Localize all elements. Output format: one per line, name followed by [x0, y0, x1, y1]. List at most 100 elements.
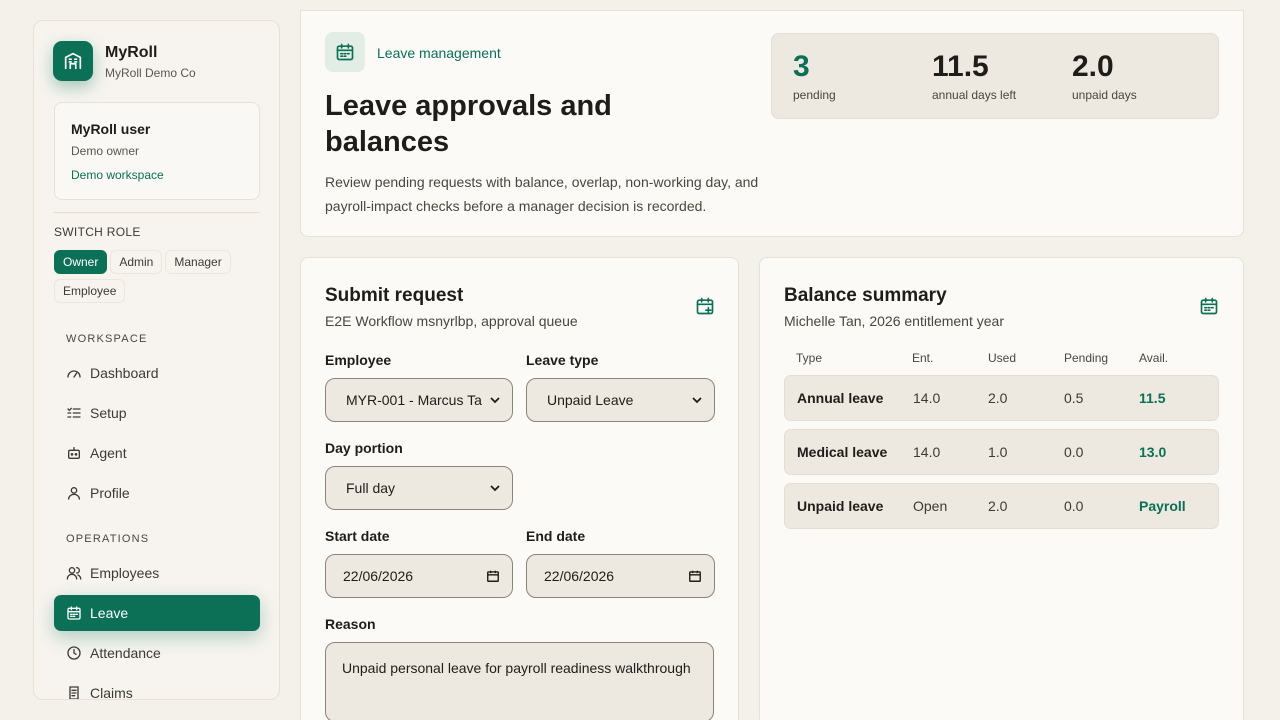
sidebar: MyRoll MyRoll Demo Co MyRoll user Demo o…: [33, 20, 280, 700]
nav-section-workspace: WORKSPACE: [66, 333, 148, 345]
table-row: Unpaid leave Open 2.0 0.0 Payroll: [784, 483, 1219, 529]
stat-value: 11.5: [932, 50, 989, 83]
employee-value: MYR-001 - Marcus Tan: [346, 392, 482, 408]
cell-avail: 13.0: [1139, 444, 1167, 460]
user-icon: [66, 485, 82, 501]
users-icon: [66, 565, 82, 581]
workspace-link[interactable]: Demo workspace: [71, 168, 243, 182]
page-title: Leave approvals and balances: [325, 90, 612, 158]
chevron-down-icon: [490, 485, 500, 492]
balance-summary-card: Balance summary Michelle Tan, 2026 entit…: [759, 257, 1244, 720]
brand: MyRoll MyRoll Demo Co: [53, 41, 196, 81]
nav-label: Setup: [90, 405, 127, 421]
end-date-value: 22/06/2026: [544, 568, 615, 584]
switch-role-title: SWITCH ROLE: [54, 225, 141, 239]
nav-label: Leave: [90, 605, 129, 621]
nav-label: Profile: [90, 485, 130, 501]
page-description: Review pending requests with balance, ov…: [325, 174, 759, 214]
column-header-type: Type: [796, 351, 823, 365]
day-portion-value: Full day: [346, 480, 396, 496]
cell-ent: 14.0: [913, 390, 941, 406]
nav-label: Agent: [90, 445, 127, 461]
stat-label: unpaid days: [1072, 88, 1137, 102]
role-chip-employee[interactable]: Employee: [54, 279, 126, 303]
card-subtitle: E2E Workflow msnyrlbp, approval queue: [325, 313, 578, 329]
calendar-icon: [66, 605, 82, 621]
checklist-icon: [66, 405, 82, 421]
nav-item-employees[interactable]: Employees: [54, 555, 260, 591]
end-date-input[interactable]: 22/06/2026: [526, 554, 715, 598]
role-chip-admin[interactable]: Admin: [110, 250, 163, 274]
breadcrumb: Leave management: [377, 45, 501, 61]
column-header-used: Used: [988, 351, 1017, 365]
reason-label: Reason: [325, 616, 376, 632]
nav-label: Attendance: [90, 645, 161, 661]
gauge-icon: [66, 365, 82, 381]
clock-icon: [66, 645, 82, 661]
nav-item-agent[interactable]: Agent: [54, 435, 260, 471]
cell-pending: 0.0: [1064, 498, 1084, 514]
stats-panel: 3 pending 11.5 annual days left 2.0 unpa…: [771, 33, 1219, 119]
column-header-avail: Avail.: [1139, 351, 1169, 365]
cell-avail: Payroll: [1139, 498, 1186, 514]
start-date-value: 22/06/2026: [343, 568, 414, 584]
user-name: MyRoll user: [71, 121, 151, 137]
nav-item-dashboard[interactable]: Dashboard: [54, 355, 260, 391]
role-chip-manager[interactable]: Manager: [165, 250, 231, 274]
start-date-label: Start date: [325, 528, 390, 544]
stat-pending: 3 pending: [793, 50, 836, 102]
building-icon: [53, 41, 93, 81]
day-portion-label: Day portion: [325, 440, 403, 456]
stat-unpaid: 2.0 unpaid days: [1072, 50, 1137, 102]
divider: [54, 212, 260, 213]
nav-item-attendance[interactable]: Attendance: [54, 635, 260, 671]
company-name: MyRoll Demo Co: [105, 66, 196, 80]
nav-section-operations: OPERATIONS: [66, 533, 150, 545]
column-header-ent: Ent.: [912, 351, 934, 365]
nav-item-claims[interactable]: Claims: [54, 675, 260, 700]
user-role: Demo owner: [71, 144, 140, 158]
page-header-card: Leave management Leave approvals and bal…: [300, 10, 1244, 237]
nav-item-profile[interactable]: Profile: [54, 475, 260, 511]
cell-type: Medical leave: [797, 444, 888, 460]
brand-name: MyRoll: [105, 44, 158, 61]
cell-avail: 11.5: [1139, 390, 1166, 406]
start-date-input[interactable]: 22/06/2026: [325, 554, 513, 598]
stat-label: pending: [793, 88, 836, 102]
day-portion-select[interactable]: Full day: [325, 466, 513, 510]
employee-select[interactable]: MYR-001 - Marcus Tan: [325, 378, 513, 422]
calendar-picker-icon: [487, 570, 499, 582]
calendar-icon: [325, 32, 365, 72]
cell-pending: 0.0: [1064, 444, 1084, 460]
leave-type-select[interactable]: Unpaid Leave: [526, 378, 715, 422]
stat-annual-left: 11.5 annual days left: [932, 50, 1016, 102]
stat-label: annual days left: [932, 88, 1017, 102]
user-card: MyRoll user Demo owner Demo workspace: [54, 102, 260, 200]
nav-label: Claims: [90, 685, 133, 700]
card-title: Balance summary: [784, 285, 947, 306]
role-chip-owner[interactable]: Owner: [54, 250, 108, 274]
nav-item-leave[interactable]: Leave: [54, 595, 260, 631]
submit-request-card: Submit request E2E Workflow msnyrlbp, ap…: [300, 257, 739, 720]
chevron-down-icon: [692, 397, 702, 404]
calendar-icon: [1199, 296, 1219, 316]
cell-type: Annual leave: [797, 390, 884, 406]
calendar-plus-icon: [695, 296, 715, 316]
nav-label: Dashboard: [90, 365, 159, 381]
cell-used: 2.0: [988, 390, 1008, 406]
bot-icon: [66, 445, 82, 461]
table-row: Annual leave 14.0 2.0 0.5 11.5: [784, 375, 1219, 421]
stat-value: 2.0: [1072, 50, 1114, 83]
cell-used: 2.0: [988, 498, 1008, 514]
stat-value: 3: [793, 50, 810, 83]
calendar-picker-icon: [689, 570, 701, 582]
cell-ent: Open: [913, 498, 948, 514]
table-row: Medical leave 14.0 1.0 0.0 13.0: [784, 429, 1219, 475]
cell-ent: 14.0: [913, 444, 941, 460]
nav-label: Employees: [90, 565, 160, 581]
reason-textarea[interactable]: Unpaid personal leave for payroll readin…: [325, 642, 714, 720]
leave-type-label: Leave type: [526, 352, 599, 368]
leave-type-value: Unpaid Leave: [547, 392, 634, 408]
nav-item-setup[interactable]: Setup: [54, 395, 260, 431]
column-header-pending: Pending: [1064, 351, 1109, 365]
